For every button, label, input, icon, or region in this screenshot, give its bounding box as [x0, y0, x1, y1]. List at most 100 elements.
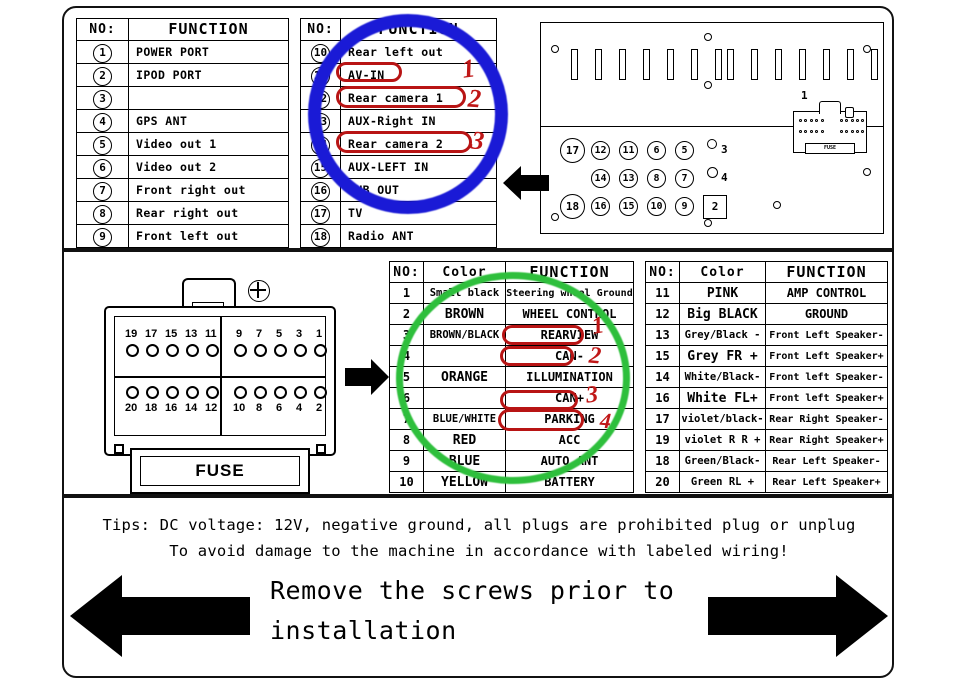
iso-pin-2 [314, 386, 327, 399]
panel-screw-hole [704, 219, 712, 227]
iso-pin-label-2: 2 [316, 402, 323, 414]
rear-rca-jack-17: 17 [560, 138, 585, 163]
panel-screw-hole [551, 45, 559, 53]
vent-slot [667, 49, 674, 80]
wire-left-no-10: 10 [389, 471, 424, 493]
panel-hole-3 [707, 139, 717, 149]
wire-right-color-15: Grey FR + [679, 345, 766, 367]
iso-pin-label-14: 14 [185, 402, 198, 414]
table-row: 18 Radio ANT [300, 223, 497, 248]
iso-pin-3 [294, 344, 307, 357]
rca-left-no-5: 5 [76, 131, 129, 156]
iso-pin-5 [274, 344, 287, 357]
wire-left-header-no: NO: [389, 261, 424, 283]
wire-right-color-11: PINK [679, 282, 766, 304]
wire-right-color-18: Green/Black- [679, 450, 766, 472]
iso-pin-label-19: 19 [125, 328, 138, 340]
rear-rca-jack-15: 15 [619, 197, 638, 216]
iso-pin-1 [314, 344, 327, 357]
wire-right-color-13: Grey/Black - [679, 324, 766, 346]
vent-slot [571, 49, 578, 80]
wire-right-no-14: 14 [645, 366, 680, 388]
banner-arrow-right [708, 575, 888, 657]
connector-foot [316, 444, 326, 454]
vent-slot [871, 49, 878, 80]
panel-screw-hole [863, 45, 871, 53]
arrow-right-to-table [345, 359, 389, 395]
rear-rca-jack-12: 12 [591, 141, 610, 160]
banner-arrow-left [70, 575, 250, 657]
wire-right-no-16: 16 [645, 387, 680, 409]
rca-left-header-function: FUNCTION [128, 18, 289, 41]
table-row: 8 Rear right out [76, 200, 289, 225]
iso-pin-18 [146, 386, 159, 399]
iso-pin-label-6: 6 [276, 402, 283, 414]
rear-rca-jack-16: 16 [591, 197, 610, 216]
panel-screw-hole [704, 81, 712, 89]
mini-connector-pin [809, 119, 813, 122]
rear-rca-jack-7: 7 [675, 169, 694, 188]
wire-right-no-20: 20 [645, 471, 680, 493]
wire-right-no-11: 11 [645, 282, 680, 304]
iso-pin-label-5: 5 [276, 328, 283, 340]
rear-rca-jack-11: 11 [619, 141, 638, 160]
iso-pin-label-13: 13 [185, 328, 198, 340]
rca-left-function-4: GPS ANT [128, 108, 289, 133]
iso-pin-6 [274, 386, 287, 399]
mini-connector-pin [850, 119, 854, 122]
mini-connector-latch [819, 101, 841, 114]
iso-pin-4 [294, 386, 307, 399]
rear-rca-jack-13: 13 [619, 169, 638, 188]
red-circle-can-minus [500, 346, 574, 366]
wire-right-function-18: Rear Left Speaker- [765, 450, 888, 472]
table-row: 11 PINK AMP CONTROL [645, 282, 888, 304]
rca-right-function-18: Radio ANT [340, 223, 497, 248]
tips-block: Tips: DC voltage: 12V, negative ground, … [70, 512, 888, 564]
wire-right-function-15: Front Left Speaker+ [765, 345, 888, 367]
rca-left-function-2: IPOD PORT [128, 62, 289, 87]
table-row: 3 [76, 85, 289, 110]
rear-rca-jack-9: 9 [675, 197, 694, 216]
red-circle-rear-camera-1 [336, 86, 466, 108]
wire-right-function-11: AMP CONTROL [765, 282, 888, 304]
rear-rca-jack-14: 14 [591, 169, 610, 188]
iso-pin-label-10: 10 [233, 402, 246, 414]
tips-line-2: To avoid damage to the machine in accord… [169, 542, 789, 560]
iso-pin-label-20: 20 [125, 402, 138, 414]
wire-right-header-no: NO: [645, 261, 680, 283]
wire-right-header-color: Color [679, 261, 766, 283]
connector-screw-icon [248, 280, 270, 302]
iso-pin-8 [254, 386, 267, 399]
wire-right-function-13: Front Left Speaker- [765, 324, 888, 346]
vent-slot [595, 49, 602, 80]
vent-slot [847, 49, 854, 80]
wire-right-header-row: NO: Color FUNCTION [645, 261, 888, 283]
table-row: 15 Grey FR + Front Left Speaker+ [645, 345, 888, 367]
iso-pin-label-7: 7 [256, 328, 263, 340]
rca-left-no-3: 3 [76, 85, 129, 110]
wire-left-no-9: 9 [389, 450, 424, 472]
red-annotation-number-2-lower: 2 [587, 342, 603, 370]
wire-right-color-16: White FL+ [679, 387, 766, 409]
wire-right-no-15: 15 [645, 345, 680, 367]
iso-pin-label-15: 15 [165, 328, 178, 340]
vent-slot [691, 49, 698, 80]
green-highlight-circle [396, 272, 630, 484]
connector-divider-horizontal [114, 376, 326, 378]
wire-right-function-14: Front left Speaker- [765, 366, 888, 388]
table-row: 1 POWER PORT [76, 39, 289, 64]
iso-pin-label-18: 18 [145, 402, 158, 414]
panel-marker-3: 3 [721, 143, 728, 156]
rear-rca-jack-10: 10 [647, 197, 666, 216]
arrow-left-to-panel [503, 166, 549, 200]
iso-pin-14 [186, 386, 199, 399]
panel-marker-2: 2 [703, 195, 727, 219]
iso-pin-label-4: 4 [296, 402, 303, 414]
section-divider-bottom [62, 494, 894, 498]
wire-right-function-12: GROUND [765, 303, 888, 325]
fuse-label: FUSE [140, 456, 300, 486]
wire-right-no-17: 17 [645, 408, 680, 430]
iso-pin-13 [186, 344, 199, 357]
panel-marker-4: 4 [721, 171, 728, 184]
vent-slot [727, 49, 734, 80]
